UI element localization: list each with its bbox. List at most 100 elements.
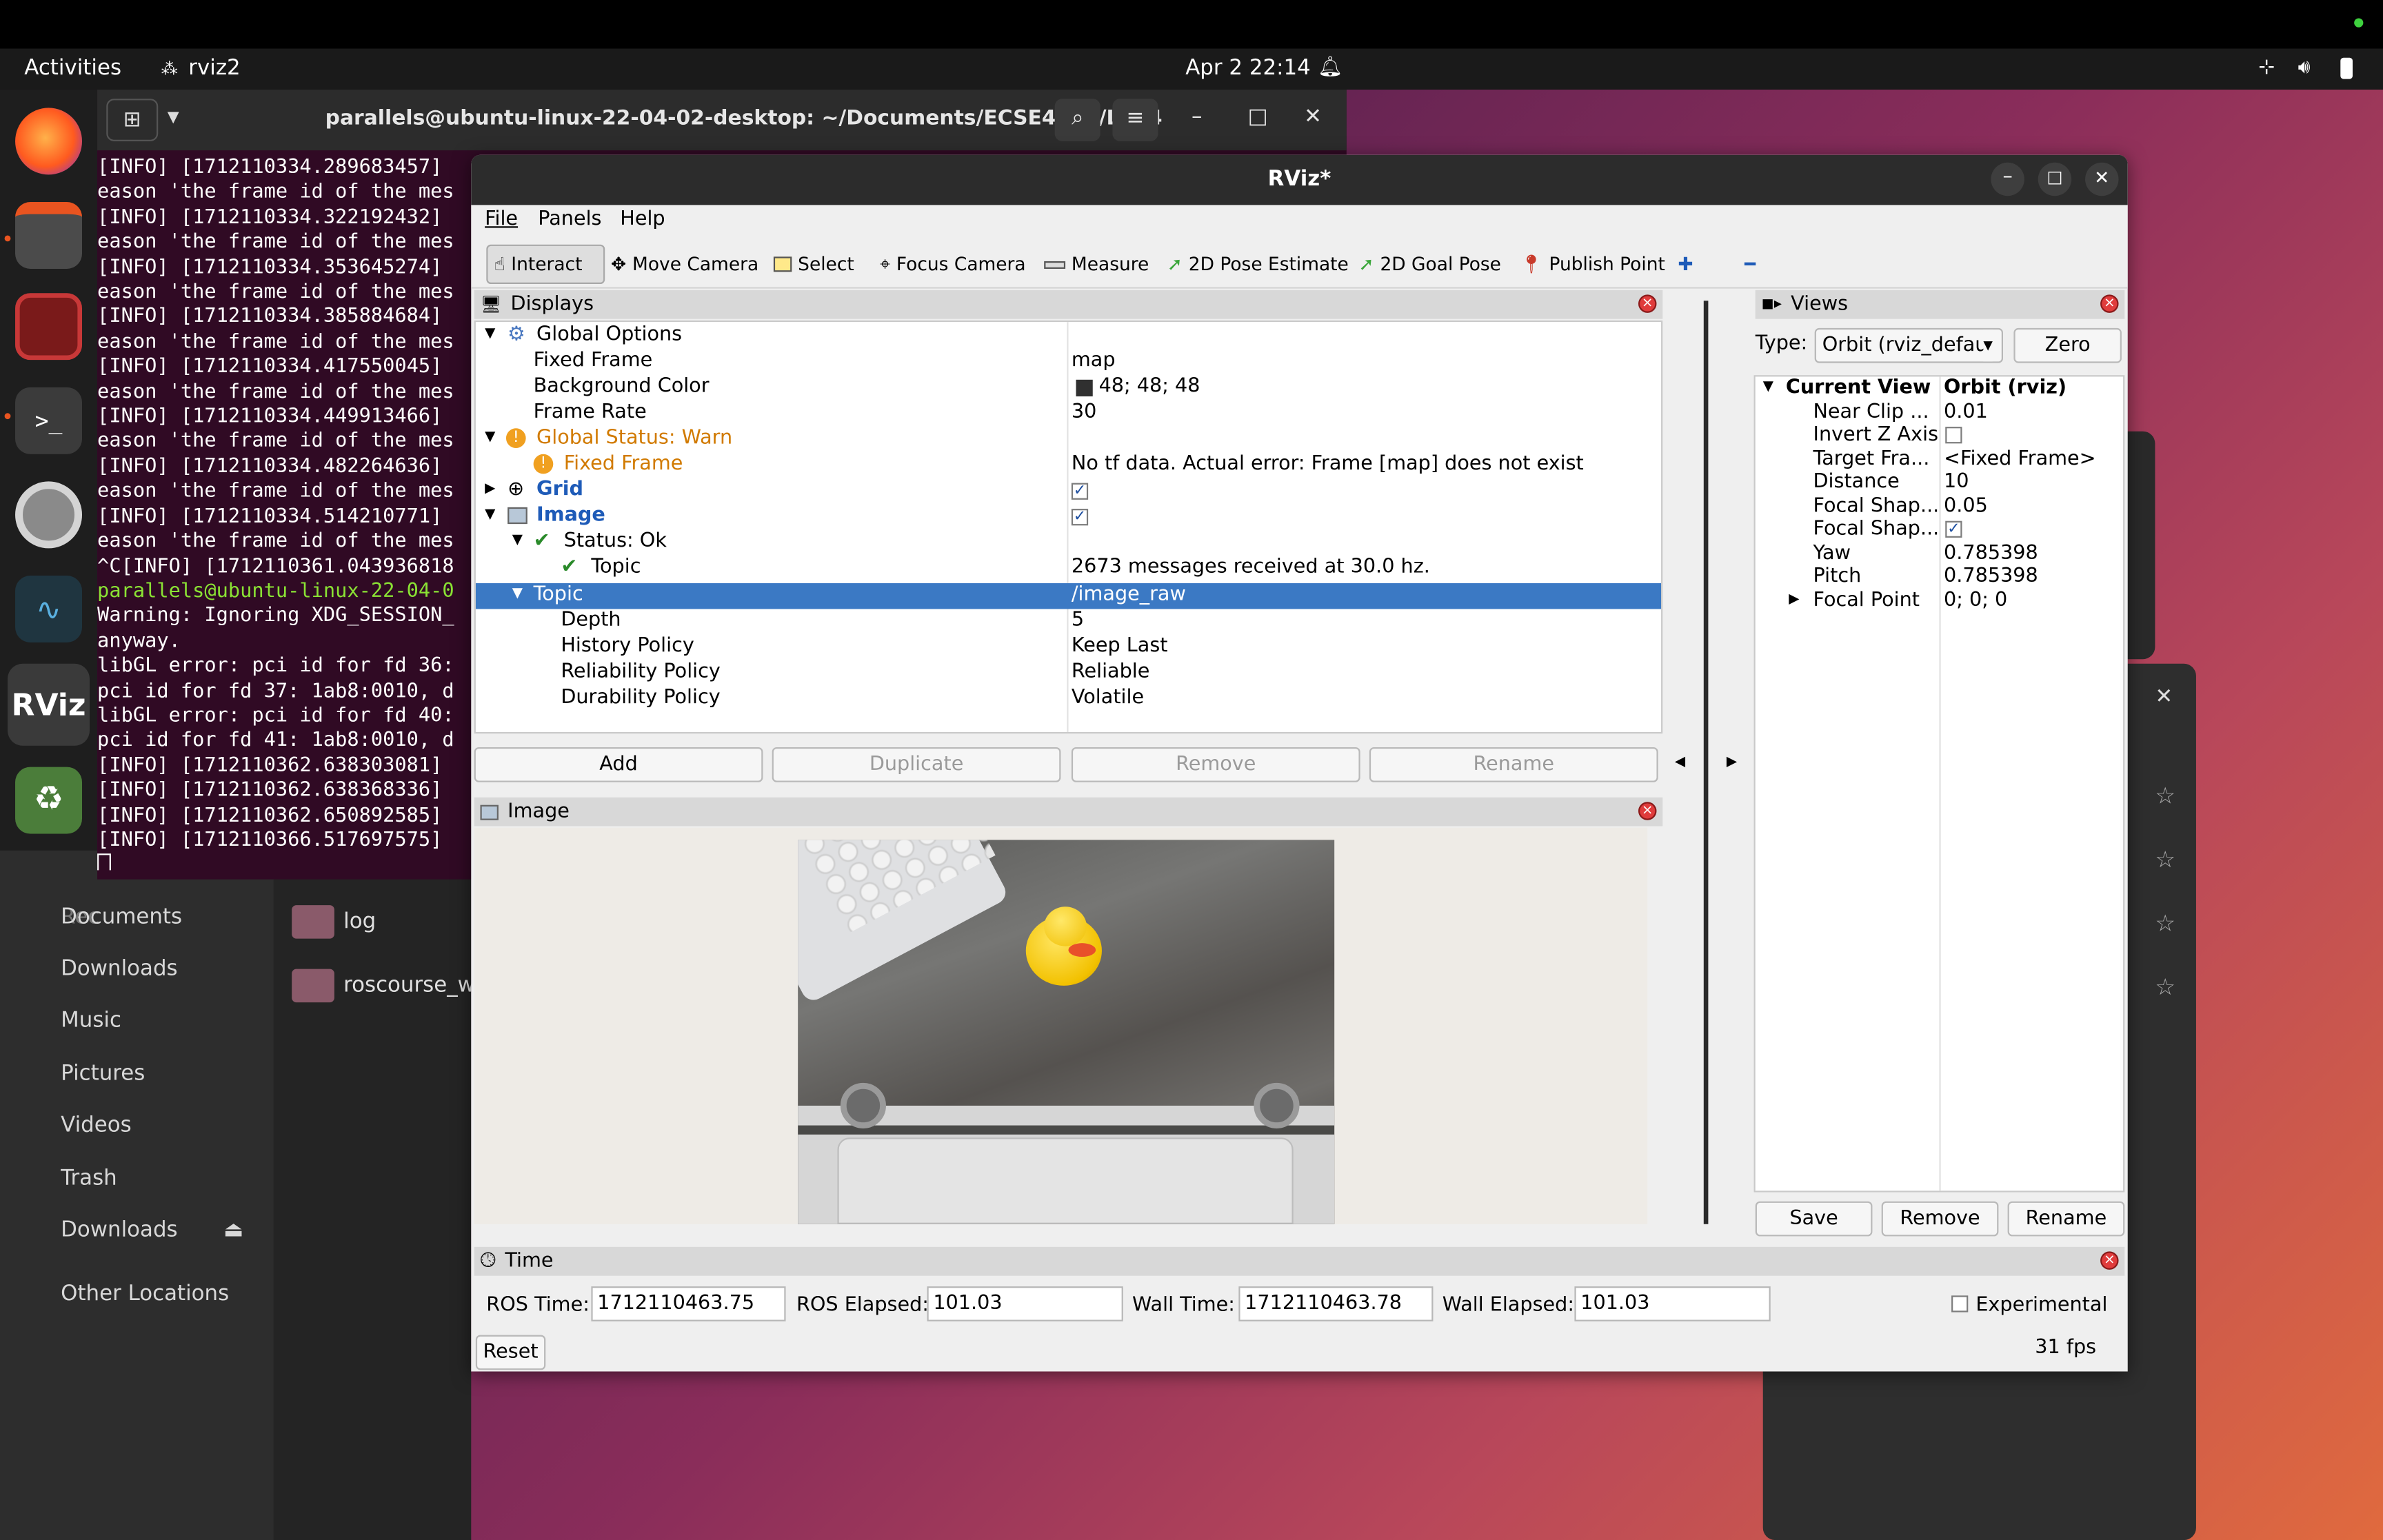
- interact-tool[interactable]: ☝ Interact: [486, 244, 605, 284]
- duplicate-display-button[interactable]: Duplicate: [772, 747, 1061, 782]
- tree-row-depth[interactable]: Depth 5: [476, 609, 1661, 634]
- star-icon[interactable]: ☆: [2155, 910, 2175, 938]
- close-icon[interactable]: ×: [2100, 294, 2119, 313]
- close-icon[interactable]: ×: [1638, 802, 1657, 820]
- tree-row-status-ok[interactable]: ▼ ✔ Status: Ok: [476, 530, 1661, 556]
- app-menu-rviz2[interactable]: rviz2: [188, 57, 240, 81]
- tree-value[interactable]: 0.05: [1944, 494, 1988, 517]
- remove-view-button[interactable]: Remove: [1881, 1201, 1999, 1237]
- folder-roscourse[interactable]: roscourse_ws: [343, 973, 471, 997]
- tree-row-focal-point[interactable]: ▶ Focal Point 0; 0; 0: [1756, 589, 2123, 612]
- focus-camera-tool[interactable]: ⌖ Focus Camera: [880, 247, 1025, 281]
- activities-button[interactable]: Activities: [24, 57, 121, 81]
- new-tab-icon[interactable]: ⊞: [106, 99, 159, 141]
- tree-row-near-clip[interactable]: Near Clip ... 0.01: [1756, 401, 2123, 424]
- tree-row-frame-rate[interactable]: Frame Rate 30: [476, 401, 1661, 427]
- minimize-icon[interactable]: –: [1192, 105, 1202, 129]
- clock[interactable]: Apr 2 22:14: [1185, 57, 1311, 81]
- tree-value[interactable]: 30: [1072, 401, 1096, 424]
- reset-button[interactable]: Reset: [475, 1335, 546, 1370]
- rename-view-button[interactable]: Rename: [2007, 1201, 2125, 1237]
- sidebar-item-downloads[interactable]: Downloads: [61, 957, 177, 981]
- system-monitor-icon[interactable]: ∿: [15, 576, 83, 642]
- collapse-right-icon[interactable]: ▶: [1727, 755, 1737, 770]
- tree-value[interactable]: map: [1072, 349, 1116, 372]
- tree-value[interactable]: 0; 0; 0: [1944, 589, 2007, 611]
- tree-row-global-status[interactable]: ▼ ! Global Status: Warn: [476, 427, 1661, 452]
- views-tree[interactable]: ▼ Current View Orbit (rviz) Near Clip ..…: [1753, 375, 2125, 1193]
- tree-row-topic-selected[interactable]: ▼ Topic /image_raw: [475, 583, 1662, 609]
- remove-tool-icon[interactable]: ━: [1744, 247, 1756, 281]
- render-splitter[interactable]: [1703, 301, 1709, 1224]
- rename-display-button[interactable]: Rename: [1369, 747, 1658, 782]
- tree-row-history-policy[interactable]: History Policy Keep Last: [476, 635, 1661, 660]
- tree-value[interactable]: 5: [1072, 609, 1084, 631]
- pose-estimate-tool[interactable]: ➚ 2D Pose Estimate: [1167, 247, 1349, 281]
- star-icon[interactable]: ☆: [2155, 973, 2175, 1001]
- zero-button[interactable]: Zero: [2013, 327, 2122, 363]
- focal-shape-checkbox[interactable]: ✓: [1945, 520, 1962, 538]
- tree-row-target-frame[interactable]: Target Fra... <Fixed Frame>: [1756, 447, 2123, 471]
- sidebar-item-downloads-drive[interactable]: Downloads: [61, 1218, 177, 1242]
- tree-row-durability-policy[interactable]: Durability Policy Volatile: [476, 687, 1661, 712]
- tree-row-fixed-frame[interactable]: Fixed Frame map: [476, 349, 1661, 375]
- tree-value[interactable]: Volatile: [1072, 687, 1144, 709]
- tree-row-focal-shape-fixed[interactable]: Focal Shap... ✓: [1756, 518, 2123, 541]
- sidebar-item-music[interactable]: Music: [61, 1009, 121, 1033]
- collapse-left-icon[interactable]: ◀: [1675, 755, 1685, 770]
- move-camera-tool[interactable]: ✥ Move Camera: [611, 247, 758, 281]
- terminal-icon[interactable]: >_: [15, 387, 83, 454]
- tree-row-reliability-policy[interactable]: Reliability Policy Reliable: [476, 660, 1661, 686]
- sidebar-item-trash[interactable]: Trash: [61, 1166, 117, 1191]
- chevron-down-icon[interactable]: ▼: [158, 99, 188, 141]
- close-icon[interactable]: ✕: [2155, 685, 2173, 709]
- ros-time-field[interactable]: 1712110463.75: [591, 1286, 786, 1321]
- add-tool-icon[interactable]: ✚: [1678, 247, 1693, 281]
- minimize-icon[interactable]: –: [1991, 162, 2024, 196]
- eject-icon[interactable]: ⏏: [223, 1218, 243, 1242]
- bell-icon[interactable]: 🔔︎: [1318, 57, 1343, 79]
- menu-help[interactable]: Help: [620, 208, 665, 231]
- tree-row-distance[interactable]: Distance 10: [1756, 471, 2123, 494]
- measure-tool[interactable]: Measure: [1044, 247, 1149, 281]
- tree-value[interactable]: 0.785398: [1944, 541, 2038, 564]
- maximize-icon[interactable]: □: [1248, 105, 1268, 129]
- tree-row-background-color[interactable]: Background Color 48; 48; 48: [476, 375, 1661, 401]
- terminal-output[interactable]: [INFO] [1712110334.289683457] eason 'the …: [97, 156, 471, 871]
- tree-value[interactable]: 0.785398: [1944, 565, 2038, 588]
- tree-value[interactable]: 10: [1944, 471, 1969, 494]
- tree-value[interactable]: Reliable: [1072, 660, 1150, 683]
- close-icon[interactable]: ✕: [2085, 162, 2119, 196]
- star-icon[interactable]: ☆: [2155, 846, 2175, 873]
- tree-row-status-fixed-frame[interactable]: ! Fixed Frame No tf data. Actual error: …: [476, 453, 1661, 478]
- tree-row-global-options[interactable]: ▼ ⚙ Global Options: [476, 323, 1661, 349]
- star-icon[interactable]: ☆: [2155, 782, 2175, 810]
- tree-value[interactable]: Keep Last: [1072, 635, 1168, 658]
- tree-value[interactable]: /image_raw: [1072, 583, 1186, 606]
- tree-row-focal-shape-size[interactable]: Focal Shap... 0.05: [1756, 494, 2123, 518]
- displays-tree[interactable]: ▼ ⚙ Global Options Fixed Frame map Backg…: [474, 320, 1663, 734]
- save-view-button[interactable]: Save: [1755, 1201, 1873, 1237]
- image-enabled-checkbox[interactable]: ✓: [1071, 509, 1089, 526]
- remove-display-button[interactable]: Remove: [1071, 747, 1360, 782]
- folder-log[interactable]: log: [343, 910, 376, 934]
- menu-file[interactable]: File: [485, 208, 518, 231]
- publish-point-tool[interactable]: 📍︎ Publish Point: [1520, 247, 1665, 281]
- tree-row-pitch[interactable]: Pitch 0.785398: [1756, 565, 2123, 589]
- tree-row-topic-status[interactable]: ✔ Topic 2673 messages received at 30.0 h…: [476, 556, 1661, 581]
- tree-value[interactable]: 0.01: [1944, 401, 1988, 423]
- sidebar-item-pictures[interactable]: Pictures: [61, 1062, 145, 1086]
- search-icon[interactable]: ⌕: [1054, 99, 1100, 141]
- rviz-icon[interactable]: RViz: [8, 663, 90, 746]
- close-icon[interactable]: ×: [2100, 1251, 2119, 1270]
- sidebar-item-documents[interactable]: Documents: [61, 905, 182, 929]
- tree-value[interactable]: 48; 48; 48: [1099, 375, 1200, 398]
- tree-row-grid[interactable]: ▶ ⊕ Grid ✓: [476, 478, 1661, 504]
- maximize-icon[interactable]: □: [2038, 162, 2072, 196]
- network-icon[interactable]: ⊹: [2258, 57, 2275, 79]
- ros-elapsed-field[interactable]: 101.03: [927, 1286, 1123, 1321]
- add-display-button[interactable]: Add: [474, 747, 763, 782]
- experimental-checkbox[interactable]: [1951, 1295, 1969, 1313]
- firefox-icon[interactable]: [15, 108, 83, 175]
- image-view[interactable]: [474, 827, 1648, 1224]
